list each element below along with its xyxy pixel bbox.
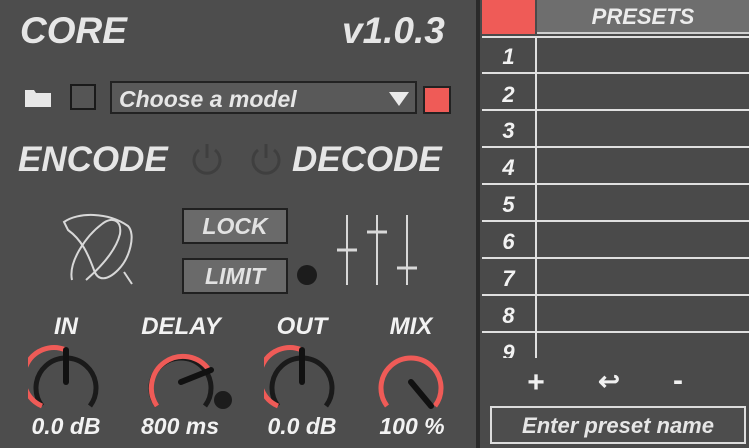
presets-header-label: PRESETS bbox=[591, 4, 695, 29]
encode-label: ENCODE bbox=[18, 140, 168, 179]
preset-row-number[interactable]: 9 bbox=[482, 340, 535, 358]
add-preset-icon[interactable]: + bbox=[516, 366, 556, 400]
decode-label: DECODE bbox=[292, 140, 442, 179]
preset-name-placeholder: Enter preset name bbox=[522, 413, 714, 438]
in-knob[interactable] bbox=[28, 344, 104, 412]
encode-power-icon[interactable] bbox=[188, 139, 226, 177]
preset-row-number[interactable]: 8 bbox=[482, 303, 535, 329]
delay-knob[interactable] bbox=[143, 344, 233, 412]
chevron-down-icon bbox=[389, 92, 409, 106]
model-dropdown[interactable]: Choose a model bbox=[110, 81, 417, 114]
plugin-title: CORE bbox=[20, 10, 127, 51]
preset-row-number[interactable]: 7 bbox=[482, 266, 535, 292]
preset-name-input[interactable]: Enter preset name bbox=[490, 406, 746, 444]
knob-label-delay: DELAY bbox=[141, 313, 221, 340]
preset-row-number[interactable]: 3 bbox=[482, 118, 535, 144]
knob-label-out: OUT bbox=[276, 313, 328, 340]
presets-header-indicator bbox=[482, 0, 535, 34]
knob-label-mix: MIX bbox=[389, 313, 433, 340]
limit-button[interactable]: LIMIT bbox=[182, 258, 288, 294]
knob-value-mix: 100 % bbox=[379, 413, 445, 439]
model-toggle-button[interactable] bbox=[70, 84, 96, 110]
preset-row-number[interactable]: 6 bbox=[482, 229, 535, 255]
folder-icon[interactable] bbox=[24, 86, 52, 108]
limit-indicator bbox=[297, 265, 317, 285]
recall-preset-icon[interactable]: ↩ bbox=[589, 366, 629, 397]
knob-label-in: IN bbox=[54, 313, 78, 340]
version-label: v1.0.3 bbox=[342, 10, 445, 51]
delay-sync-dot bbox=[214, 391, 232, 409]
model-dropdown-label: Choose a model bbox=[119, 86, 297, 112]
model-status-indicator[interactable] bbox=[423, 86, 451, 114]
remove-preset-icon[interactable]: - bbox=[658, 364, 698, 398]
presets-table[interactable]: 1 2 3 4 5 6 7 8 9 bbox=[482, 36, 749, 358]
sliders-icon bbox=[337, 215, 417, 285]
presets-header: PRESETS bbox=[537, 0, 749, 34]
preset-row-number[interactable]: 5 bbox=[482, 192, 535, 218]
logo-icon bbox=[62, 213, 133, 285]
out-knob[interactable] bbox=[264, 344, 340, 412]
preset-row-number[interactable]: 1 bbox=[482, 44, 535, 70]
decode-power-icon[interactable] bbox=[247, 139, 285, 177]
knob-value-delay: 800 ms bbox=[140, 413, 219, 439]
preset-row-number[interactable]: 2 bbox=[482, 82, 535, 108]
lock-button[interactable]: LOCK bbox=[182, 208, 288, 244]
mix-knob[interactable] bbox=[373, 344, 449, 412]
preset-row-number[interactable]: 4 bbox=[482, 155, 535, 181]
